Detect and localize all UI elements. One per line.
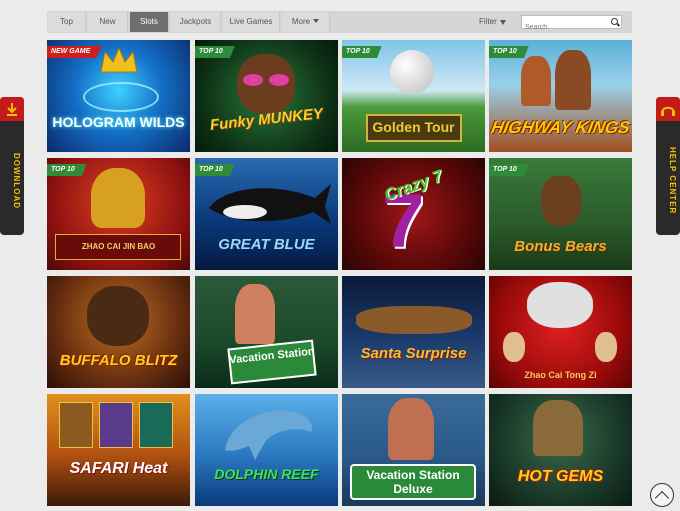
search-box <box>521 15 622 34</box>
golf-ball-icon <box>390 50 434 94</box>
top-10-badge: TOP 10 <box>195 164 235 176</box>
top-10-badge: TOP 10 <box>195 46 235 58</box>
child-left-icon <box>503 332 525 362</box>
game-tile-dolphin-reef[interactable]: DOLPHIN REEF <box>195 394 338 506</box>
game-title: SAFARI Heat <box>69 460 168 477</box>
chevron-up-icon <box>654 490 670 506</box>
chevron-down-icon <box>313 19 320 23</box>
top-10-badge: TOP 10 <box>489 46 529 58</box>
game-title: Bonus Bears <box>514 238 607 255</box>
tourist-icon <box>235 284 275 344</box>
fortune-god-icon <box>91 168 145 228</box>
filter-button[interactable]: Filter <box>479 12 506 32</box>
help-center-label: HELP CENTER <box>668 147 677 215</box>
download-label: DOWNLOAD <box>12 153 21 209</box>
tab-slots[interactable]: Slots <box>130 12 169 32</box>
sleigh-icon <box>356 306 472 334</box>
game-title: GREAT BLUE <box>218 236 315 253</box>
game-tile-bonus-bears[interactable]: Bonus Bears TOP 10 <box>489 158 632 270</box>
new-game-badge: NEW GAME <box>47 46 103 58</box>
trucker-woman-icon <box>521 56 551 106</box>
orca-icon <box>209 184 331 224</box>
game-tile-zhao-cai-tong-zi[interactable]: Zhao Cai Tong Zi <box>489 276 632 388</box>
top-10-badge: TOP 10 <box>489 164 529 176</box>
crown-icon <box>100 46 138 73</box>
top-10-badge: TOP 10 <box>47 164 87 176</box>
lion-dance-icon <box>527 282 593 328</box>
game-title: DOLPHIN REEF <box>214 466 319 482</box>
category-nav: Top New Slots Jackpots Live Games More F… <box>47 11 632 34</box>
game-tile-crazy-7[interactable]: 7 Crazy 7 <box>342 158 485 270</box>
bear-icon <box>541 176 581 226</box>
game-tile-buffalo-blitz[interactable]: BUFFALO BLITZ <box>47 276 190 388</box>
game-title: HIGHWAY KINGS <box>489 118 632 137</box>
game-tile-highway-kings[interactable]: HIGHWAY KINGS TOP 10 <box>489 40 632 152</box>
hologram-ring <box>83 82 159 112</box>
tab-top[interactable]: Top <box>48 12 86 32</box>
child-right-icon <box>595 332 617 362</box>
game-tile-zhao-cai-jin-bao[interactable]: ZHAO CAI JIN BAO TOP 10 <box>47 158 190 270</box>
download-panel[interactable]: DOWNLOAD <box>0 97 24 235</box>
help-icon <box>656 97 680 121</box>
game-tile-funky-munkey[interactable]: Funky MUNKEY TOP 10 <box>195 40 338 152</box>
game-tile-great-blue[interactable]: GREAT BLUE TOP 10 <box>195 158 338 270</box>
game-title: Vacation Station Deluxe <box>366 468 460 496</box>
dolphin-icon <box>225 410 313 460</box>
scroll-to-top-button[interactable] <box>650 483 674 507</box>
download-icon <box>0 97 24 121</box>
trucker-man-icon <box>555 50 591 110</box>
game-title: HOLOGRAM WILDS <box>52 114 185 130</box>
game-tile-santa-surprise[interactable]: Santa Surprise <box>342 276 485 388</box>
game-tile-vacation-station-deluxe[interactable]: Vacation Station Deluxe <box>342 394 485 506</box>
tab-more[interactable]: More <box>282 12 330 32</box>
gem-symbol-icon <box>139 402 173 448</box>
top-10-badge: TOP 10 <box>342 46 382 58</box>
game-title: BUFFALO BLITZ <box>59 352 178 369</box>
buffalo-icon <box>87 286 149 346</box>
help-center-panel[interactable]: HELP CENTER <box>656 97 680 235</box>
game-title: Golden Tour <box>372 119 455 135</box>
game-tile-golden-tour[interactable]: Golden Tour TOP 10 <box>342 40 485 152</box>
game-tile-safari-heat[interactable]: SAFARI Heat <box>47 394 190 506</box>
search-icon[interactable] <box>611 18 618 25</box>
tourist-icon <box>388 398 434 460</box>
game-title: Zhao Cai Tong Zi <box>524 370 597 380</box>
game-title: Santa Surprise <box>360 345 467 362</box>
glasses-lens-icon <box>269 74 289 86</box>
game-tile-hologram-wilds[interactable]: HOLOGRAM WILDS NEW GAME <box>47 40 190 152</box>
search-input[interactable] <box>522 21 609 34</box>
game-title: HOT GEMS <box>517 468 604 485</box>
tab-jackpots[interactable]: Jackpots <box>171 12 221 32</box>
glasses-icon <box>243 74 263 86</box>
funnel-icon <box>499 20 506 25</box>
game-title: ZHAO CAI JIN BAO <box>81 242 156 251</box>
tab-new[interactable]: New <box>88 12 128 32</box>
filter-label: Filter <box>479 17 497 26</box>
lion-symbol-icon <box>59 402 93 448</box>
tab-more-label: More <box>291 17 311 26</box>
elephant-symbol-icon <box>99 402 133 448</box>
game-tile-vacation-station[interactable]: Vacation Station <box>195 276 338 388</box>
game-tile-hot-gems[interactable]: HOT GEMS <box>489 394 632 506</box>
miner-icon <box>533 400 583 456</box>
tab-live-games[interactable]: Live Games <box>223 12 280 32</box>
